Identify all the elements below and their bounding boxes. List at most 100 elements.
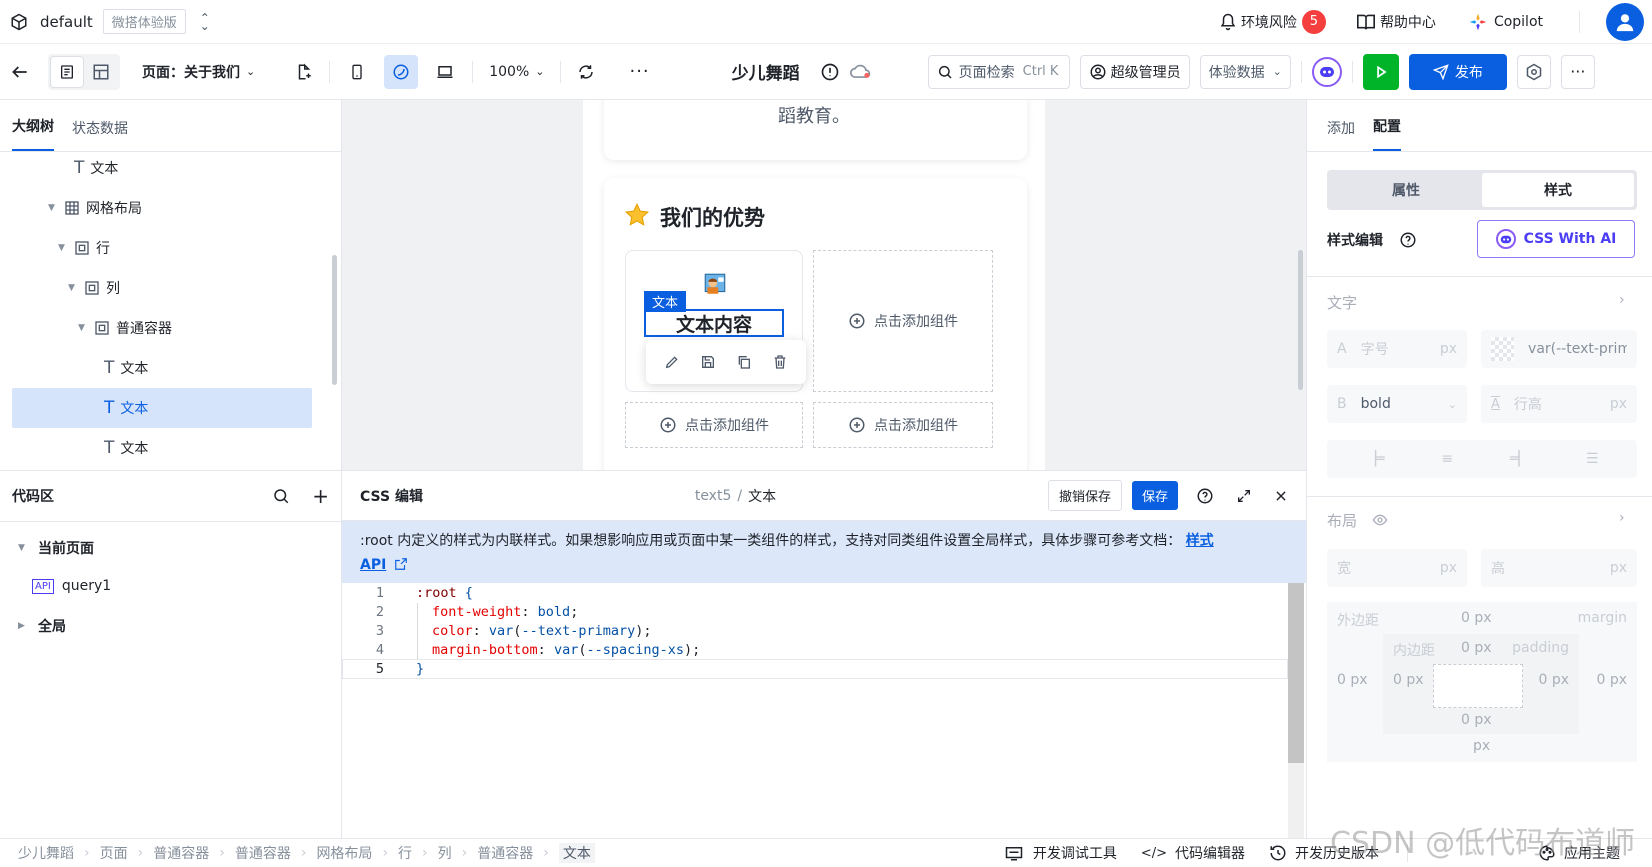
- code-editor[interactable]: 1 2 3 4 5 :root { font-weight: bold; col…: [342, 583, 1288, 839]
- breadcrumb-item[interactable]: 普通容器: [477, 843, 533, 863]
- data-mode-select[interactable]: 体验数据 ⌄: [1199, 54, 1291, 89]
- zoom-select[interactable]: 100%: [489, 64, 529, 80]
- breadcrumb-item[interactable]: 页面: [100, 843, 128, 863]
- caret-down-icon[interactable]: ▼: [78, 323, 88, 333]
- refresh-icon[interactable]: [577, 63, 595, 81]
- add-component-slot[interactable]: 点击添加组件: [625, 402, 803, 448]
- tab-outline-tree[interactable]: 大纲树: [12, 116, 54, 151]
- align-justify-icon[interactable]: ☰: [1586, 451, 1599, 467]
- code-brackets-icon[interactable]: </>: [1141, 846, 1167, 861]
- selected-text-box[interactable]: 文本内容: [644, 309, 784, 337]
- dev-tools-icon[interactable]: [1005, 845, 1023, 861]
- caret-down-icon[interactable]: ▼: [48, 203, 58, 213]
- tree-node-text[interactable]: T 文本: [12, 348, 312, 388]
- subtab-properties[interactable]: 属性: [1330, 173, 1482, 207]
- book-icon[interactable]: [1356, 13, 1376, 31]
- settings-gear-icon[interactable]: [1516, 54, 1551, 89]
- adaptive-preview-icon[interactable]: [384, 54, 419, 89]
- add-component-slot[interactable]: 点击添加组件: [813, 402, 993, 448]
- help-center-link[interactable]: 帮助中心: [1380, 12, 1436, 32]
- history-icon[interactable]: [1269, 844, 1287, 862]
- external-link-icon[interactable]: [394, 557, 408, 571]
- desktop-preview-icon[interactable]: [428, 55, 462, 89]
- eye-icon[interactable]: [1371, 512, 1389, 528]
- padding-right-value[interactable]: 0 px: [1538, 672, 1569, 688]
- tree-node-container[interactable]: ▼ 普通容器: [12, 308, 312, 348]
- chevron-right-icon[interactable]: ›: [1619, 510, 1625, 526]
- font-weight-field[interactable]: B bold ⌄: [1327, 385, 1467, 423]
- padding-top-value[interactable]: 0 px: [1461, 640, 1492, 656]
- help-question-icon[interactable]: [1196, 487, 1214, 505]
- add-plus-icon[interactable]: +: [312, 484, 329, 508]
- line-height-field[interactable]: A 行高 px: [1481, 385, 1637, 423]
- height-field[interactable]: 高 px: [1481, 549, 1637, 587]
- breadcrumb-item[interactable]: 普通容器: [235, 843, 291, 863]
- app-name[interactable]: default: [40, 13, 93, 31]
- tree-node-text[interactable]: T 文本: [12, 148, 312, 188]
- margin-left-value[interactable]: 0 px: [1337, 672, 1368, 688]
- help-question-icon[interactable]: [1399, 231, 1417, 249]
- dev-tools-link[interactable]: 开发调试工具: [1033, 843, 1117, 863]
- cloud-sync-icon[interactable]: [849, 63, 872, 81]
- tree-node-row[interactable]: ▼ 行: [12, 228, 312, 268]
- page-search-box[interactable]: 页面检索 Ctrl K: [927, 54, 1070, 89]
- more-menu-icon[interactable]: ···: [1560, 54, 1595, 89]
- role-button[interactable]: 超级管理员: [1079, 54, 1190, 89]
- breadcrumb-item[interactable]: 少儿舞蹈: [18, 843, 74, 863]
- chevron-down-icon[interactable]: ⌄: [535, 65, 544, 78]
- copilot-assistant-icon[interactable]: [1311, 56, 1342, 87]
- tab-add[interactable]: 添加: [1327, 118, 1355, 151]
- style-api-link[interactable]: 样式: [1186, 533, 1214, 549]
- css-with-ai-button[interactable]: CSS With AI: [1477, 220, 1635, 258]
- revert-save-button[interactable]: 撤销保存: [1047, 480, 1122, 511]
- margin-top-value[interactable]: 0 px: [1461, 610, 1492, 626]
- margin-bottom-value[interactable]: px: [1473, 738, 1490, 754]
- save-disk-icon[interactable]: [700, 354, 716, 370]
- save-button[interactable]: 保存: [1131, 481, 1178, 510]
- margin-right-value[interactable]: 0 px: [1596, 672, 1627, 688]
- edit-pencil-icon[interactable]: [664, 354, 680, 370]
- publish-button[interactable]: 发布: [1408, 53, 1507, 90]
- query-item[interactable]: API query1: [32, 578, 111, 594]
- tab-config[interactable]: 配置: [1373, 116, 1401, 151]
- more-icon[interactable]: ···: [629, 61, 649, 82]
- copy-icon[interactable]: [736, 354, 752, 370]
- outline-view-button[interactable]: [50, 55, 84, 88]
- breadcrumb-item-current[interactable]: 文本: [558, 843, 595, 863]
- mobile-preview-icon[interactable]: [340, 55, 374, 89]
- align-center-icon[interactable]: ≡: [1441, 451, 1453, 467]
- page-selector[interactable]: 页面：关于我们: [142, 62, 240, 82]
- add-page-icon[interactable]: [295, 62, 313, 81]
- padding-left-value[interactable]: 0 px: [1393, 672, 1424, 688]
- tree-scrollbar[interactable]: [332, 255, 337, 385]
- avatar[interactable]: [1606, 2, 1644, 41]
- search-icon[interactable]: [272, 487, 290, 505]
- code-editor-link[interactable]: 代码编辑器: [1175, 843, 1245, 863]
- caret-down-icon[interactable]: ▼: [68, 283, 78, 293]
- group-global[interactable]: ▶ 全局: [18, 616, 66, 636]
- bell-icon[interactable]: [1219, 13, 1237, 31]
- breadcrumb-item[interactable]: 普通容器: [153, 843, 209, 863]
- editor-scrollbar[interactable]: [1288, 583, 1304, 763]
- tree-node-grid-layout[interactable]: ▼ 网格布局: [12, 188, 312, 228]
- add-component-slot[interactable]: 点击添加组件: [813, 250, 993, 392]
- chevron-down-icon[interactable]: ⌄: [246, 65, 255, 78]
- align-left-icon[interactable]: ▕═: [1365, 451, 1384, 467]
- copilot-icon[interactable]: [1468, 12, 1488, 32]
- layout-view-button[interactable]: [84, 56, 118, 88]
- caret-down-icon[interactable]: ▼: [58, 243, 68, 253]
- tree-node-text[interactable]: T 文本: [12, 428, 312, 468]
- width-field[interactable]: 宽 px: [1327, 549, 1467, 587]
- close-icon[interactable]: [1274, 489, 1288, 503]
- breadcrumb-item[interactable]: 行: [398, 843, 412, 863]
- tree-node-column[interactable]: ▼ 列: [12, 268, 312, 308]
- canvas-scrollbar[interactable]: [1298, 250, 1303, 390]
- group-current-page[interactable]: ▼ 当前页面: [18, 538, 94, 558]
- tree-node-text-selected[interactable]: T 文本: [12, 388, 312, 428]
- tab-state-data[interactable]: 状态数据: [72, 118, 128, 151]
- chevron-right-icon[interactable]: ›: [1619, 292, 1625, 308]
- app-switch-icon[interactable]: ⌃ ⌄: [200, 12, 210, 32]
- style-api-link-2[interactable]: API: [360, 557, 386, 573]
- expand-icon[interactable]: [1236, 488, 1252, 504]
- breadcrumb-item[interactable]: 网格布局: [316, 843, 372, 863]
